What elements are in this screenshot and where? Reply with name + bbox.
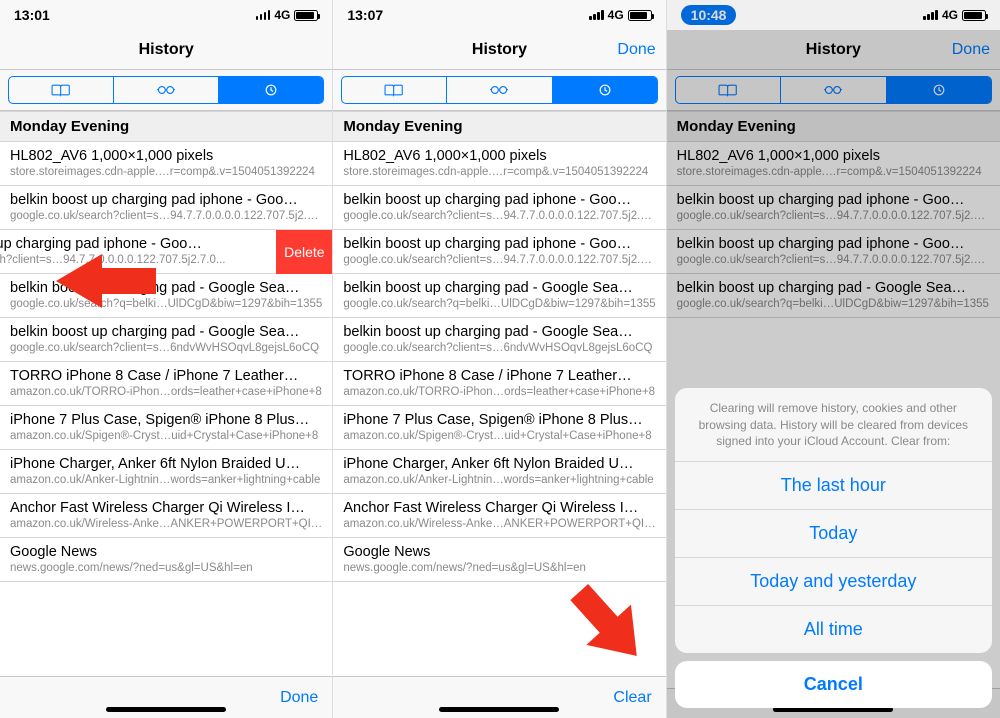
list-item[interactable]: TORRO iPhone 8 Case / iPhone 7 Leather… …	[0, 362, 332, 406]
network-label: 4G	[608, 8, 624, 22]
tab-bookmarks[interactable]	[676, 77, 780, 103]
clear-today-button[interactable]: Today	[675, 510, 992, 558]
battery-icon	[294, 10, 318, 21]
list-item[interactable]: Google News news.google.com/news/?ned=us…	[0, 538, 332, 582]
network-label: 4G	[942, 8, 958, 22]
clear-today-yesterday-button[interactable]: Today and yesterday	[675, 558, 992, 606]
list-item[interactable]: belkin boost up charging pad - Google Se…	[0, 318, 332, 362]
tab-history[interactable]	[886, 77, 991, 103]
battery-icon	[628, 10, 652, 21]
list-item[interactable]: belkin boost up charging pad iphone - Go…	[0, 186, 332, 230]
navbar: History Done	[667, 30, 1000, 70]
action-sheet: Clearing will remove history, cookies an…	[675, 388, 992, 708]
section-header: Monday Evening	[333, 111, 665, 142]
list-item[interactable]: belkin boost up charging pad iphone - Go…	[333, 230, 665, 274]
status-time: 13:01	[14, 7, 50, 23]
list-item: belkin boost up charging pad iphone - Go…	[667, 186, 1000, 230]
signal-icon	[589, 10, 604, 20]
list-item[interactable]: iPhone 7 Plus Case, Spigen® iPhone 8 Plu…	[0, 406, 332, 450]
list-item[interactable]: Anchor Fast Wireless Charger Qi Wireless…	[333, 494, 665, 538]
status-bar: 10:48 4G	[667, 0, 1000, 30]
segmented-bar	[0, 70, 332, 111]
list-item[interactable]: iPhone 7 Plus Case, Spigen® iPhone 8 Plu…	[333, 406, 665, 450]
list-item[interactable]: belkin boost up charging pad - Google Se…	[333, 274, 665, 318]
cancel-button[interactable]: Cancel	[675, 661, 992, 708]
status-bar: 13:07 4G	[333, 0, 665, 30]
screen-3: 10:48 4G History Done	[667, 0, 1000, 718]
list-item-swiped[interactable]: boost up charging pad iphone - Goo… uk/s…	[0, 230, 332, 274]
navbar: History	[0, 30, 332, 70]
action-sheet-message: Clearing will remove history, cookies an…	[675, 388, 992, 462]
tab-bookmarks[interactable]	[9, 77, 113, 103]
clear-button[interactable]: Clear	[613, 689, 651, 707]
list-item[interactable]: HL802_AV6 1,000×1,000 pixelsstore.storei…	[333, 142, 665, 186]
tab-bookmarks[interactable]	[342, 77, 446, 103]
status-bar: 13:01 4G	[0, 0, 332, 30]
list-item: HL802_AV6 1,000×1,000 pixelsstore.storei…	[667, 142, 1000, 186]
list-item: belkin boost up charging pad iphone - Go…	[667, 230, 1000, 274]
list-item[interactable]: belkin boost up charging pad - Google Se…	[333, 318, 665, 362]
history-list[interactable]: Monday Evening HL802_AV6 1,000×1,000 pix…	[333, 111, 665, 676]
signal-icon	[923, 10, 938, 20]
clear-all-time-button[interactable]: All time	[675, 606, 992, 653]
screen-2: 13:07 4G History Done Monday Evening HL8…	[333, 0, 666, 718]
network-label: 4G	[274, 8, 290, 22]
segmented-bar	[667, 70, 1000, 111]
list-item[interactable]: iPhone Charger, Anker 6ft Nylon Braided …	[0, 450, 332, 494]
done-link[interactable]: Done	[952, 41, 990, 59]
tab-readinglist[interactable]	[113, 77, 218, 103]
done-link[interactable]: Done	[617, 41, 655, 59]
tab-readinglist[interactable]	[780, 77, 885, 103]
section-header: Monday Evening	[667, 111, 1000, 142]
page-title: History	[472, 41, 527, 59]
tab-readinglist[interactable]	[446, 77, 551, 103]
list-item[interactable]: HL802_AV6 1,000×1,000 pixels store.store…	[0, 142, 332, 186]
screen-1: 13:01 4G History Monday Evening HL802_AV…	[0, 0, 333, 718]
page-title: History	[139, 41, 194, 59]
delete-button[interactable]: Delete	[276, 230, 332, 274]
section-header: Monday Evening	[0, 111, 332, 142]
list-item[interactable]: iPhone Charger, Anker 6ft Nylon Braided …	[333, 450, 665, 494]
tab-history[interactable]	[218, 77, 323, 103]
segmented-bar	[333, 70, 665, 111]
list-item[interactable]: belkin boost up charging pad - Google Se…	[0, 274, 332, 318]
list-item[interactable]: Anchor Fast Wireless Charger Qi Wireless…	[0, 494, 332, 538]
list-item[interactable]: TORRO iPhone 8 Case / iPhone 7 Leather…a…	[333, 362, 665, 406]
history-list[interactable]: Monday Evening HL802_AV6 1,000×1,000 pix…	[0, 111, 332, 676]
status-time: 13:07	[347, 7, 383, 23]
battery-icon	[962, 10, 986, 21]
list-item[interactable]: Google Newsnews.google.com/news/?ned=us&…	[333, 538, 665, 582]
navbar: History Done	[333, 30, 665, 70]
list-item[interactable]: belkin boost up charging pad iphone - Go…	[333, 186, 665, 230]
clear-last-hour-button[interactable]: The last hour	[675, 462, 992, 510]
home-indicator[interactable]	[106, 707, 226, 712]
page-title: History	[806, 41, 861, 59]
signal-icon	[256, 10, 271, 20]
status-time-pill[interactable]: 10:48	[681, 5, 737, 25]
home-indicator[interactable]	[439, 707, 559, 712]
done-button[interactable]: Done	[280, 689, 318, 707]
list-item: belkin boost up charging pad - Google Se…	[667, 274, 1000, 318]
tab-history[interactable]	[552, 77, 657, 103]
